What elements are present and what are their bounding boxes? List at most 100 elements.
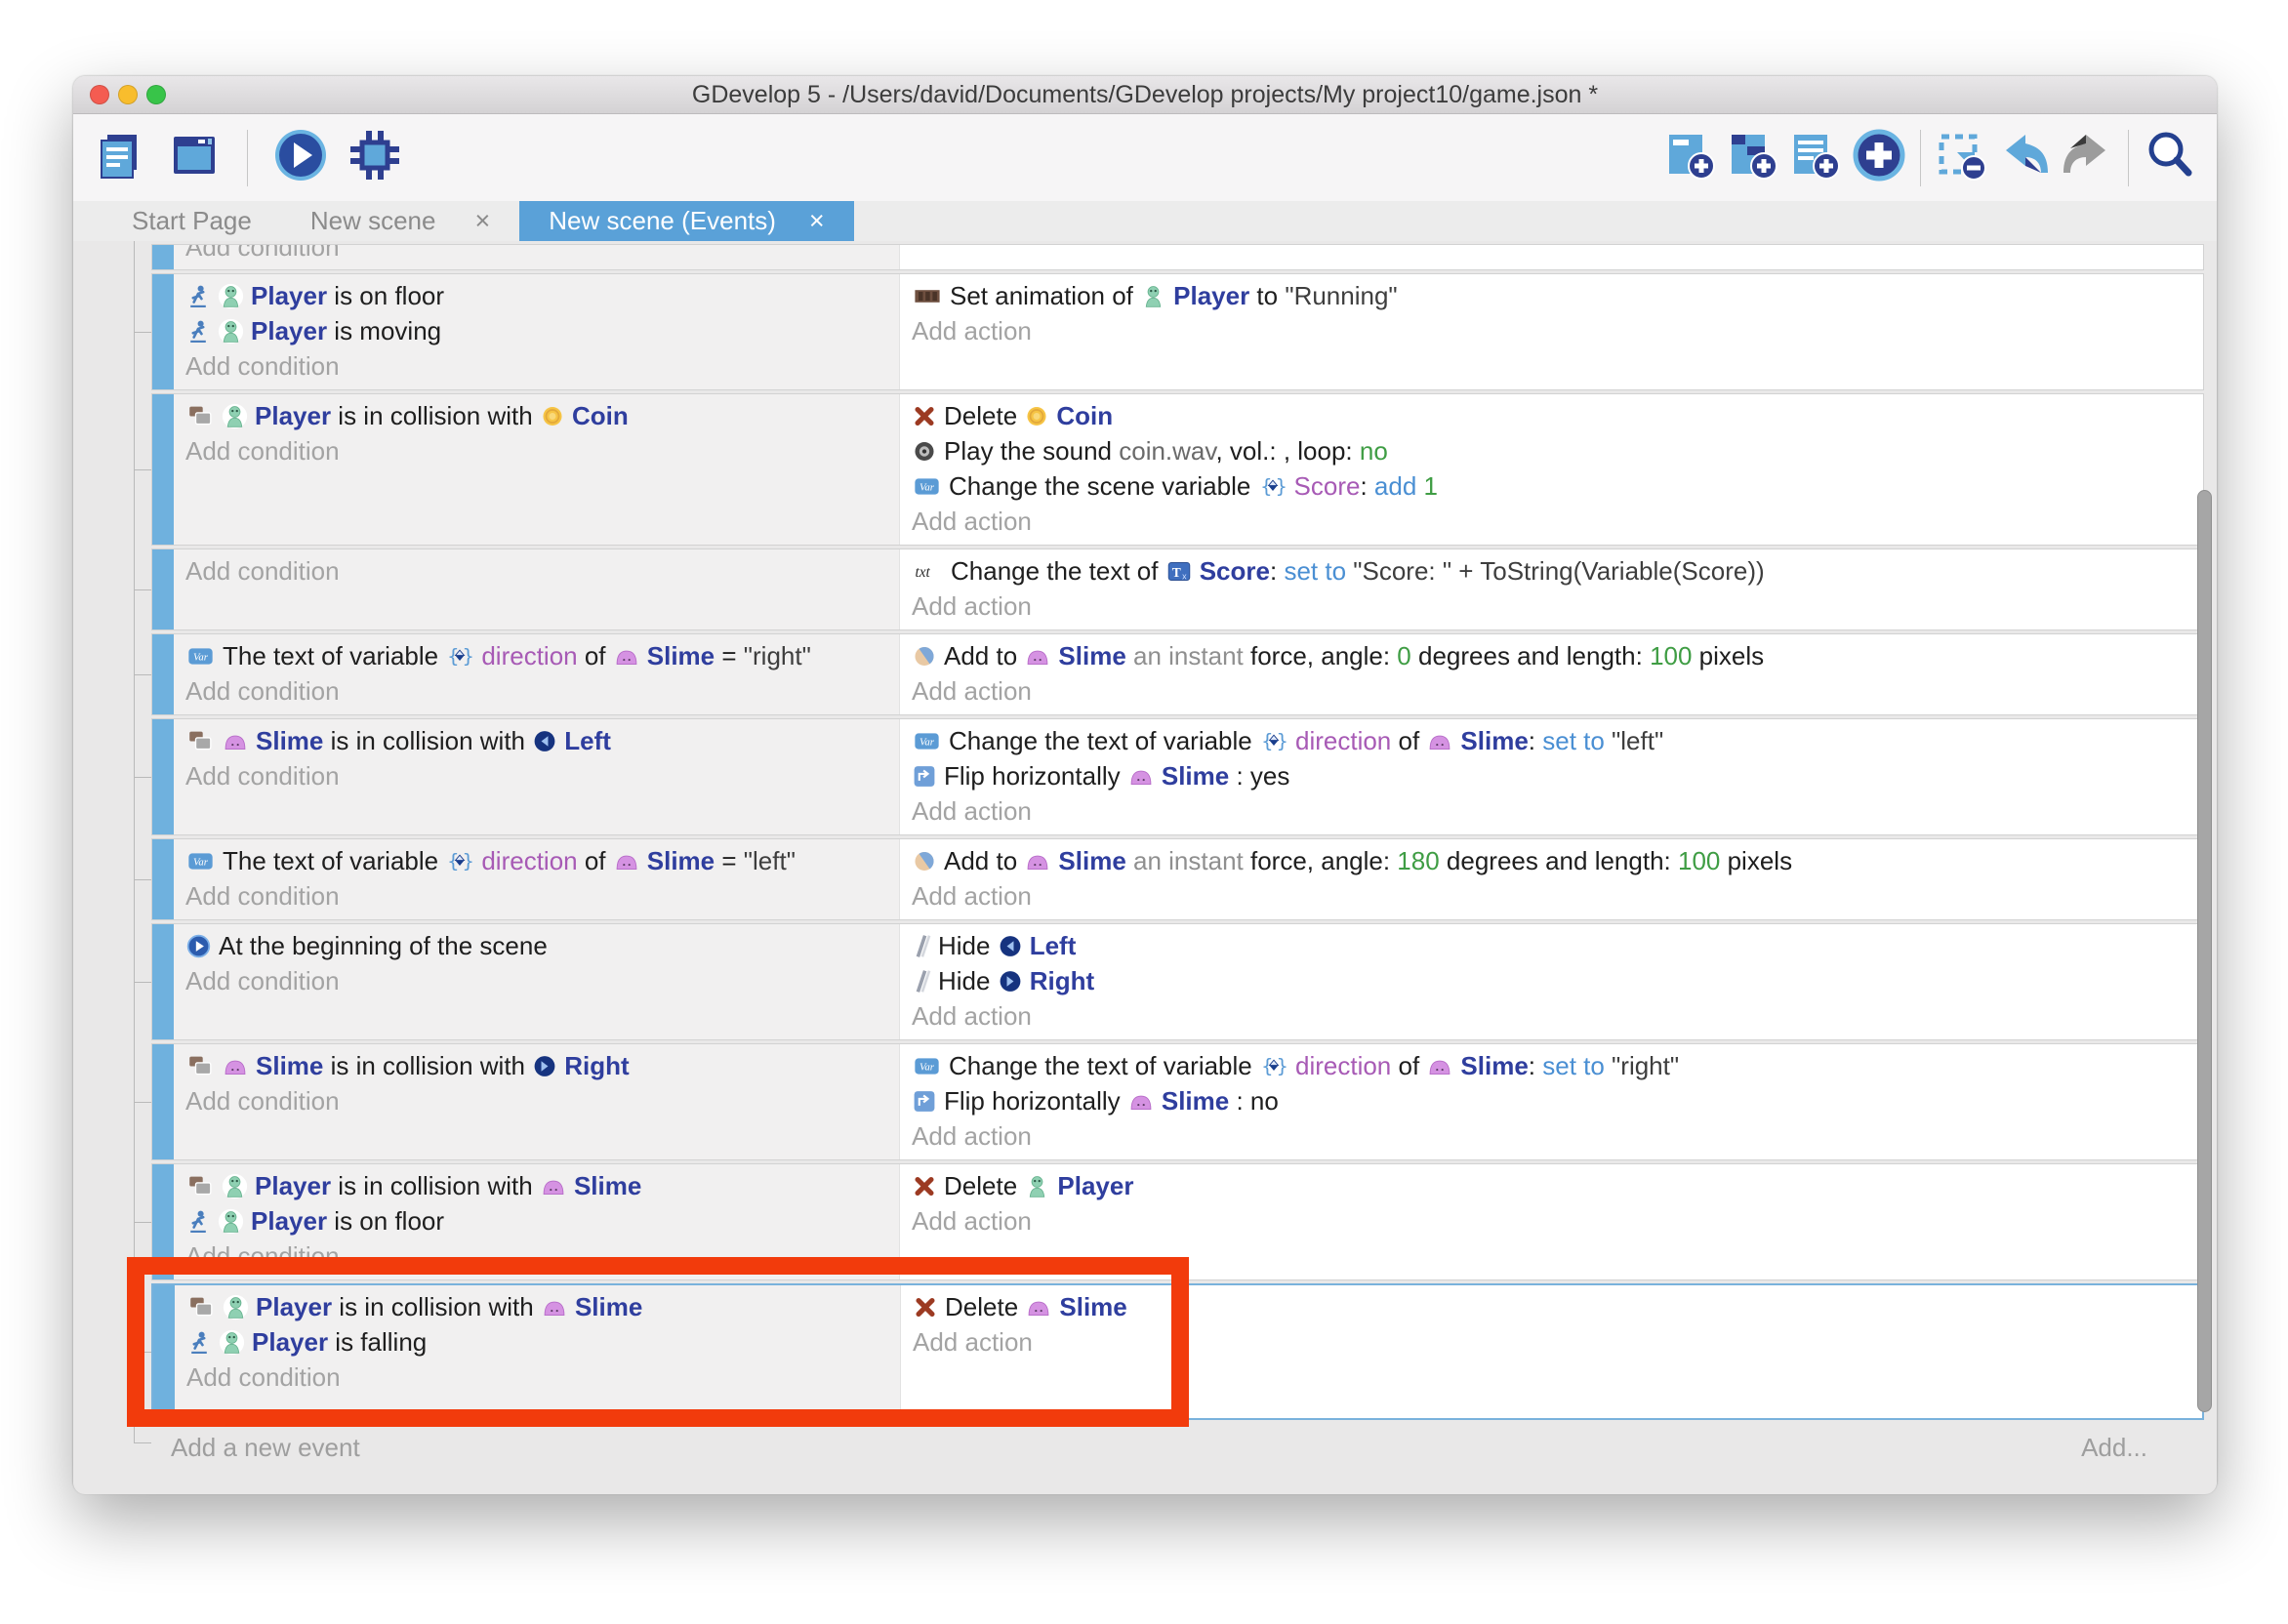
event-tree-tick [134, 674, 151, 675]
scene-editor-window-button[interactable] [163, 127, 225, 189]
add-condition-button[interactable]: Add condition [174, 553, 899, 589]
text-segment: direction [1295, 1051, 1391, 1080]
event-row: Player is on floorPlayer is movingAdd co… [151, 273, 2204, 390]
add-more-button[interactable]: Add... [2081, 1433, 2147, 1463]
action-line[interactable]: Add to Slime an instant force, angle: 0 … [900, 638, 2203, 673]
add-condition-button[interactable]: Add condition [174, 673, 899, 709]
add-action-button[interactable]: Add action [900, 878, 2203, 914]
event-selection-bar[interactable] [152, 839, 174, 919]
event-selection-bar[interactable] [152, 245, 174, 269]
close-window-button[interactable] [90, 85, 109, 104]
player-icon [218, 1208, 244, 1235]
condition-line[interactable]: Slime is in collision with Left [174, 723, 899, 758]
project-manager-button[interactable] [89, 127, 151, 189]
text-segment: pixels [1692, 641, 1764, 670]
condition-line[interactable]: Player is in collision with Coin [174, 398, 899, 433]
add-action-button[interactable]: Add action [900, 673, 2203, 709]
text-segment: Slime [256, 1051, 323, 1080]
event-selection-bar[interactable] [152, 719, 174, 834]
add-action-button[interactable]: Add action [900, 793, 2203, 829]
condition-line[interactable]: At the beginning of the scene [174, 928, 899, 963]
varbracket-icon: {} [1259, 1053, 1288, 1079]
tab-new-scene-events[interactable]: New scene (Events) × [519, 201, 853, 241]
add-condition-button[interactable]: Add condition [174, 433, 899, 468]
svg-text:Var: Var [193, 857, 209, 869]
add-subevent-button[interactable] [1723, 127, 1785, 189]
add-event-button[interactable] [1660, 127, 1723, 189]
add-action-button[interactable]: Add action [900, 504, 2203, 539]
action-line[interactable]: VarChange the text of variable {}directi… [900, 1048, 2203, 1083]
preview-play-button[interactable] [269, 127, 332, 189]
minimize-window-button[interactable] [118, 85, 138, 104]
clear-selection-button[interactable] [1931, 127, 1993, 189]
add-comment-button[interactable] [1785, 127, 1848, 189]
action-line[interactable]: Set animation of Player to "Running" [900, 278, 2203, 313]
toolbar-separator [2128, 130, 2129, 186]
tab-new-scene[interactable]: New scene × [281, 201, 519, 241]
add-action-button[interactable]: Add action [900, 998, 2203, 1034]
action-line[interactable]: VarChange the scene variable {}Score: ad… [900, 468, 2203, 504]
action-line[interactable]: Delete Coin [900, 398, 2203, 433]
text-segment: Slime [1162, 1086, 1229, 1116]
event-selection-bar[interactable] [152, 274, 174, 389]
close-icon[interactable]: × [474, 206, 490, 236]
text-segment: Coin [1056, 401, 1113, 430]
add-action-button[interactable]: Add action [900, 313, 2203, 348]
tab-start-page[interactable]: Start Page [102, 201, 281, 241]
action-line[interactable]: VarChange the text of variable {}directi… [900, 723, 2203, 758]
text-segment: is in collision with [323, 1051, 532, 1080]
action-line[interactable]: Play the sound coin.wav, vol.: , loop: n… [900, 433, 2203, 468]
condition-line[interactable]: Player is on floor [174, 278, 899, 313]
zoom-window-button[interactable] [146, 85, 166, 104]
text-segment: of [578, 846, 613, 875]
add-condition-button[interactable]: Add condition [174, 245, 899, 264]
condition-line[interactable]: VarThe text of variable {}direction of S… [174, 843, 899, 878]
text-segment: Change the text of variable [949, 726, 1259, 755]
condition-line[interactable]: Slime is in collision with Right [174, 1048, 899, 1083]
toolbar [73, 114, 2217, 201]
add-subevent-icon [1726, 127, 1782, 188]
vertical-scrollbar[interactable] [2197, 490, 2212, 1412]
add-action-button[interactable]: Add action [900, 589, 2203, 624]
add-new-event-button[interactable]: Add a new event [171, 1433, 360, 1463]
add-action-button[interactable]: Add action [900, 1203, 2203, 1238]
text-segment: "right" [1605, 1051, 1679, 1080]
text-segment: Slime [1058, 846, 1125, 875]
text-segment: , vol.: , loop: [1215, 436, 1359, 466]
condition-line[interactable]: Player is on floor [174, 1203, 899, 1238]
action-line[interactable]: Hide Right [900, 963, 2203, 998]
text-segment: an instant [1126, 846, 1250, 875]
actions-cell: Hide LeftHide RightAdd action [899, 924, 2203, 1039]
delete-icon [912, 403, 937, 429]
event-selection-bar[interactable] [152, 1044, 174, 1159]
condition-line[interactable]: Player is in collision with Slime [174, 1168, 899, 1203]
action-line[interactable]: Delete Player [900, 1168, 2203, 1203]
condition-line[interactable]: VarThe text of variable {}direction of S… [174, 638, 899, 673]
undo-icon [1996, 127, 2053, 188]
action-line[interactable]: Hide Left [900, 928, 2203, 963]
add-condition-button[interactable]: Add condition [174, 1083, 899, 1118]
tab-label: New scene (Events) [549, 206, 776, 236]
event-selection-bar[interactable] [152, 394, 174, 545]
add-condition-button[interactable]: Add condition [174, 758, 899, 793]
search-button[interactable] [2139, 127, 2201, 189]
action-line[interactable]: Flip horizontally Slime : no [900, 1083, 2203, 1118]
event-selection-bar[interactable] [152, 634, 174, 714]
undo-button[interactable] [1993, 127, 2056, 189]
action-line[interactable]: Flip horizontally Slime : yes [900, 758, 2203, 793]
event-selection-bar[interactable] [152, 924, 174, 1039]
add-new-button[interactable] [1848, 127, 1910, 189]
svg-text:}: } [463, 645, 474, 668]
add-action-button[interactable]: Add action [900, 1118, 2203, 1154]
event-selection-bar[interactable] [152, 549, 174, 629]
action-line[interactable]: Add to Slime an instant force, angle: 18… [900, 843, 2203, 878]
condition-line[interactable]: Player is moving [174, 313, 899, 348]
debug-button[interactable] [344, 127, 406, 189]
action-line[interactable]: txtChange the text of TxScore: set to "S… [900, 553, 2203, 589]
redo-button[interactable] [2056, 127, 2118, 189]
add-condition-button[interactable]: Add condition [174, 348, 899, 384]
tab-label: New scene [310, 206, 436, 236]
close-icon[interactable]: × [809, 206, 825, 236]
add-condition-button[interactable]: Add condition [174, 878, 899, 914]
add-condition-button[interactable]: Add condition [174, 963, 899, 998]
